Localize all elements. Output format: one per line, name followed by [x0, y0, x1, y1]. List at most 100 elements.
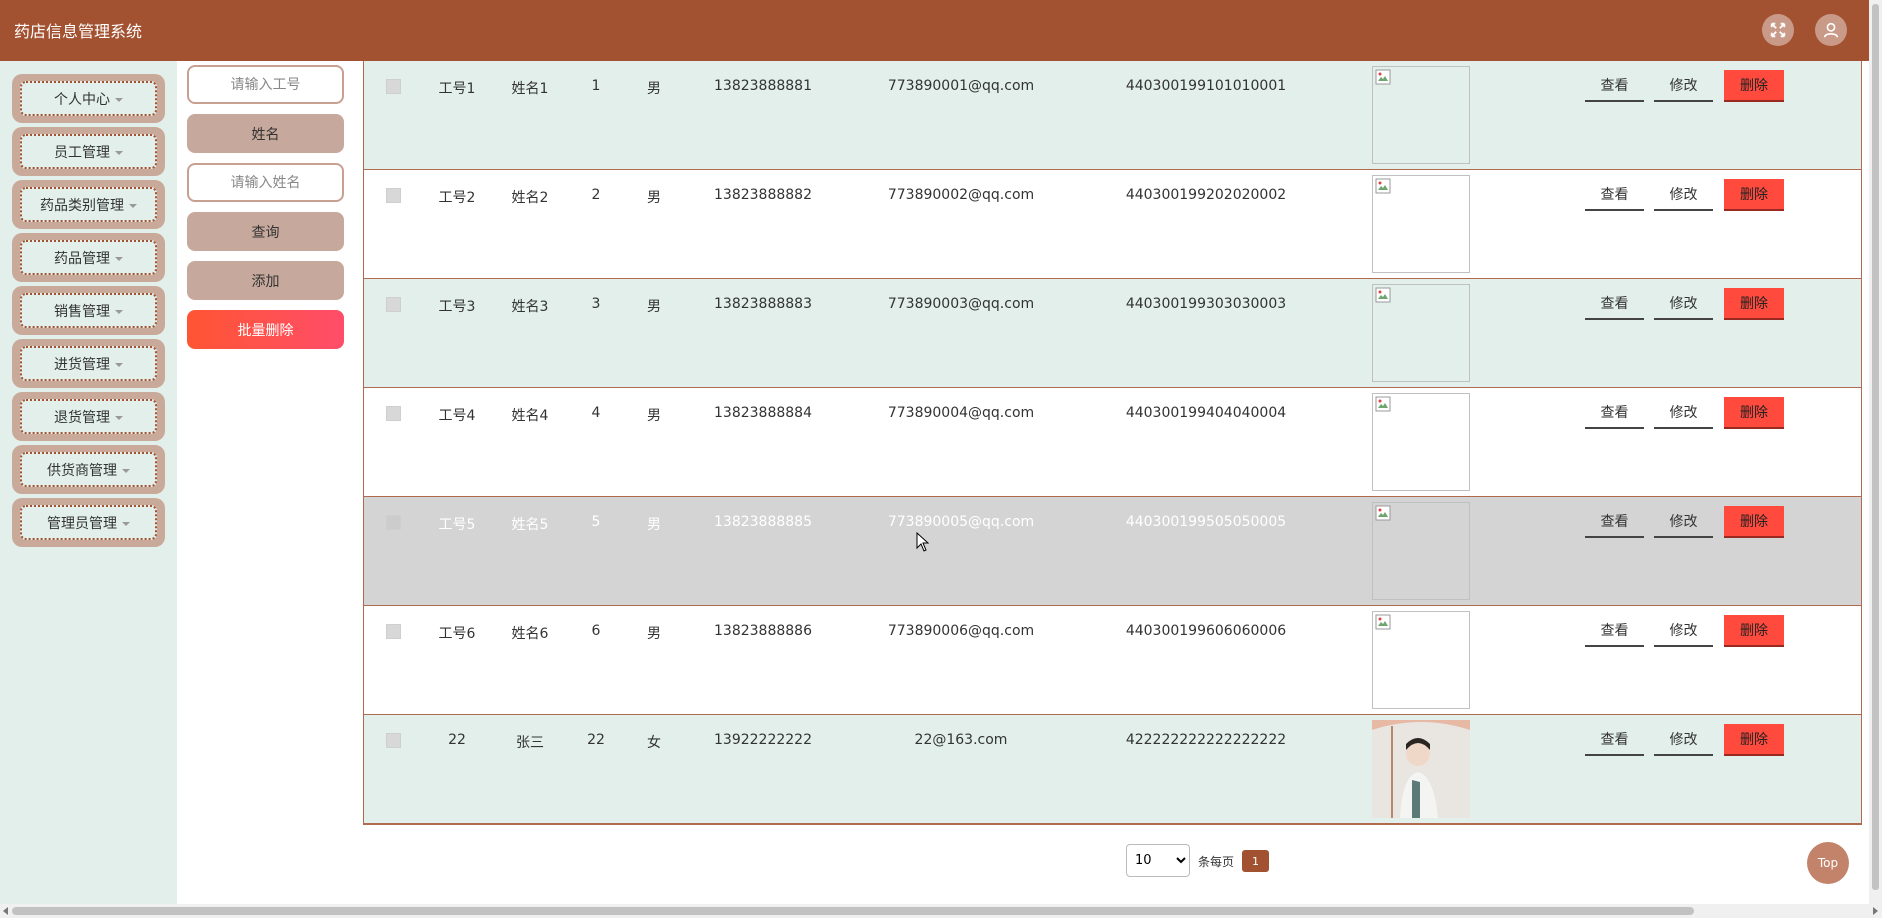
view-button[interactable]: 查看: [1585, 70, 1644, 102]
caret-down-icon: [129, 203, 137, 208]
table-row[interactable]: 工号4 姓名4 4 男 13823888884 773890004@qq.com 44030…: [364, 388, 1861, 497]
caret-down-icon: [115, 362, 123, 367]
email-cell: 773890003@qq.com: [887, 296, 1035, 312]
broken-image-icon: [1375, 69, 1391, 85]
edit-button[interactable]: 修改: [1654, 288, 1713, 320]
delete-button[interactable]: 删除: [1724, 397, 1784, 429]
name-cell: 张三: [516, 735, 544, 751]
sidebar-item-drug-category[interactable]: 药品类别管理: [12, 180, 165, 229]
view-button[interactable]: 查看: [1585, 397, 1644, 429]
age-cell: 22: [587, 732, 605, 748]
employee-no-cell: 工号6: [438, 626, 476, 642]
row-checkbox[interactable]: [386, 624, 401, 639]
view-button[interactable]: 查看: [1585, 179, 1644, 211]
per-page-label: 条每页: [1198, 855, 1235, 869]
employee-no-cell: 工号2: [438, 190, 476, 206]
sidebar-item-employee-management[interactable]: 员工管理: [12, 127, 165, 176]
sidebar-item-purchase[interactable]: 进货管理: [12, 339, 165, 388]
gender-cell: 男: [647, 299, 661, 315]
name-input[interactable]: [187, 163, 344, 202]
sidebar-item-label: 员工管理: [54, 144, 110, 161]
table-row[interactable]: 工号3 姓名3 3 男 13823888883 773890003@qq.com 44030…: [364, 279, 1861, 388]
delete-button[interactable]: 删除: [1724, 70, 1784, 102]
table-row[interactable]: 22 张三 22 女 13922222222 22@163.com 422222222222…: [364, 715, 1861, 824]
table-row[interactable]: 工号6 姓名6 6 男 13823888886 773890006@qq.com 44030…: [364, 606, 1861, 715]
view-button[interactable]: 查看: [1585, 506, 1644, 538]
gender-cell: 男: [647, 517, 661, 533]
page-number-button[interactable]: 1: [1242, 850, 1269, 872]
gender-cell: 男: [647, 190, 661, 206]
caret-down-icon: [115, 309, 123, 314]
delete-button[interactable]: 删除: [1724, 615, 1784, 647]
employee-photo: [1372, 175, 1470, 273]
fullscreen-button[interactable]: [1762, 14, 1794, 46]
sidebar-item-admins[interactable]: 管理员管理: [12, 498, 165, 547]
age-cell: 3: [591, 296, 601, 312]
employee-photo: [1372, 66, 1470, 164]
sidebar-item-label: 供货商管理: [47, 462, 117, 479]
table-row[interactable]: 工号2 姓名2 2 男 13823888882 773890002@qq.com 44030…: [364, 170, 1861, 279]
edit-button[interactable]: 修改: [1654, 506, 1713, 538]
name-label-button[interactable]: 姓名: [187, 114, 344, 153]
horizontal-scrollbar[interactable]: [0, 904, 1882, 918]
edit-button[interactable]: 修改: [1654, 615, 1713, 647]
view-button[interactable]: 查看: [1585, 724, 1644, 756]
table-row[interactable]: 工号5 姓名5 5 男 13823888885 773890005@qq.com 44030…: [364, 497, 1861, 606]
query-button[interactable]: 查询: [187, 212, 344, 251]
scrollbar-thumb[interactable]: [1872, 4, 1879, 890]
row-checkbox[interactable]: [386, 733, 401, 748]
employee-no-input[interactable]: [187, 65, 344, 104]
row-checkbox[interactable]: [386, 79, 401, 94]
id-card-cell: 440300199101010001: [1125, 78, 1287, 94]
delete-button[interactable]: 删除: [1724, 179, 1784, 211]
view-button[interactable]: 查看: [1585, 288, 1644, 320]
edit-button[interactable]: 修改: [1654, 70, 1713, 102]
email-cell: 22@163.com: [914, 732, 1008, 748]
id-card-cell: 440300199303030003: [1125, 296, 1287, 312]
row-checkbox[interactable]: [386, 188, 401, 203]
age-cell: 6: [591, 623, 601, 639]
sidebar-item-label: 销售管理: [54, 303, 110, 320]
id-card-cell: 440300199404040004: [1125, 405, 1287, 421]
edit-button[interactable]: 修改: [1654, 397, 1713, 429]
mouse-cursor-icon: [916, 532, 930, 552]
employee-table: 工号1 姓名1 1 男 13823888881 773890001@qq.com 44030…: [363, 61, 1862, 825]
sidebar-item-personal-center[interactable]: 个人中心: [12, 74, 165, 123]
scroll-left-arrow-icon[interactable]: [3, 907, 8, 915]
name-cell: 姓名3: [511, 299, 549, 315]
delete-button[interactable]: 删除: [1724, 724, 1784, 756]
scroll-right-arrow-icon[interactable]: [1873, 907, 1878, 915]
vertical-scrollbar[interactable]: [1869, 0, 1882, 904]
caret-down-icon: [122, 521, 130, 526]
sidebar-item-suppliers[interactable]: 供货商管理: [12, 445, 165, 494]
page-size-select[interactable]: 10: [1126, 844, 1190, 877]
sidebar-item-returns[interactable]: 退货管理: [12, 392, 165, 441]
broken-image-icon: [1375, 178, 1391, 194]
email-cell: 773890001@qq.com: [887, 78, 1035, 94]
row-checkbox[interactable]: [386, 515, 401, 530]
sidebar: 个人中心 员工管理 药品类别管理 药品管理 销售管理 进货管理 退货管理 供货商…: [0, 61, 177, 904]
phone-cell: 13823888881: [714, 78, 812, 94]
user-avatar-button[interactable]: [1815, 14, 1847, 46]
back-to-top-button[interactable]: Top: [1807, 842, 1849, 884]
sidebar-item-label: 药品类别管理: [40, 197, 124, 214]
delete-button[interactable]: 删除: [1724, 506, 1784, 538]
edit-button[interactable]: 修改: [1654, 724, 1713, 756]
delete-button[interactable]: 删除: [1724, 288, 1784, 320]
sidebar-item-sales[interactable]: 销售管理: [12, 286, 165, 335]
table-row[interactable]: 工号1 姓名1 1 男 13823888881 773890001@qq.com 44030…: [364, 61, 1861, 170]
phone-cell: 13823888882: [714, 187, 812, 203]
row-checkbox[interactable]: [386, 297, 401, 312]
view-button[interactable]: 查看: [1585, 615, 1644, 647]
sidebar-item-drug-management[interactable]: 药品管理: [12, 233, 165, 282]
batch-delete-button[interactable]: 批量删除: [187, 310, 344, 349]
row-checkbox[interactable]: [386, 406, 401, 421]
edit-button[interactable]: 修改: [1654, 179, 1713, 211]
caret-down-icon: [115, 97, 123, 102]
email-cell: 773890004@qq.com: [887, 405, 1035, 421]
add-button[interactable]: 添加: [187, 261, 344, 300]
scrollbar-thumb[interactable]: [12, 907, 1694, 915]
employee-photo: [1372, 720, 1470, 818]
phone-cell: 13823888884: [714, 405, 812, 421]
portrait-image: [1372, 720, 1470, 818]
